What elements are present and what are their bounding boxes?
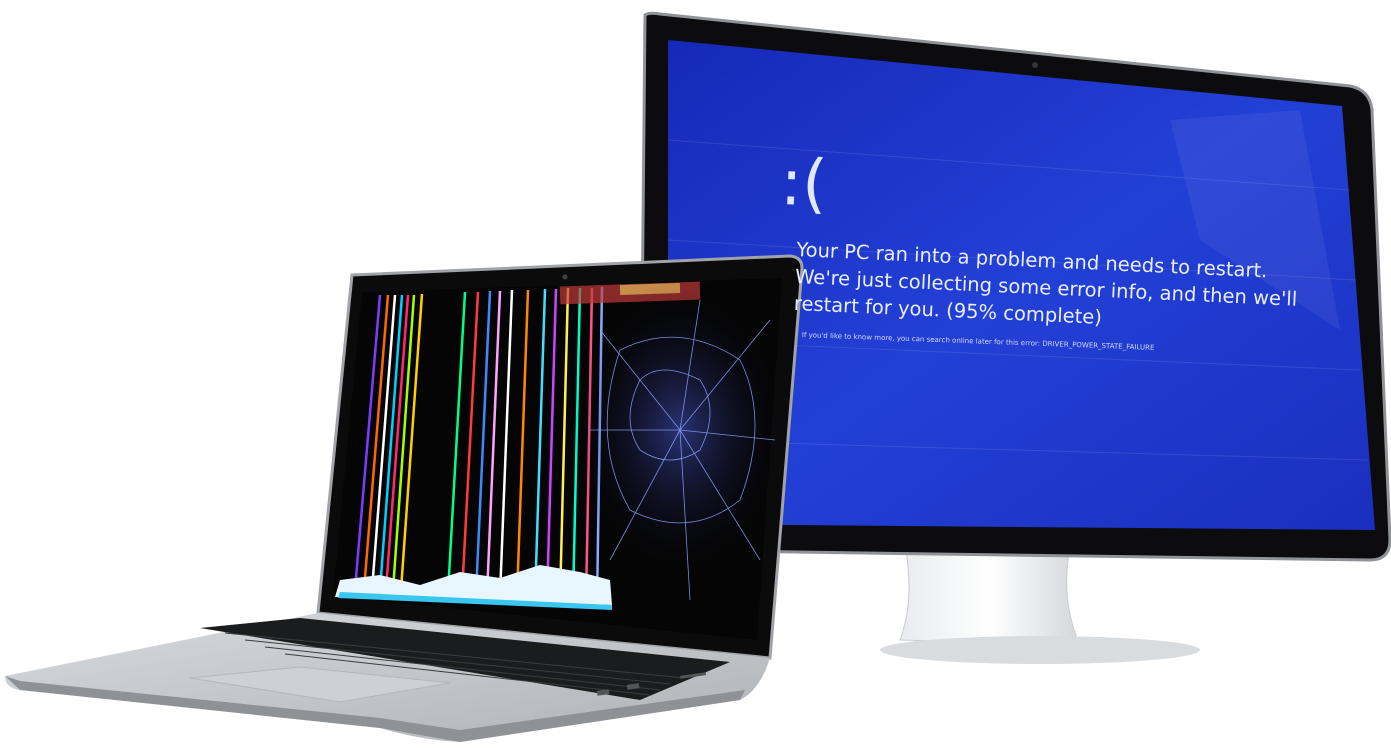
laptop [5, 254, 804, 742]
monitor-camera-icon [1032, 62, 1038, 68]
monitor-stand-base [880, 636, 1200, 664]
bsod-sad-face: :( [779, 146, 829, 222]
laptop-camera-icon [562, 274, 568, 280]
photo-scene: :( Your PC ran into a problem and needs … [0, 0, 1391, 743]
monitor-stand-neck [899, 544, 1081, 646]
